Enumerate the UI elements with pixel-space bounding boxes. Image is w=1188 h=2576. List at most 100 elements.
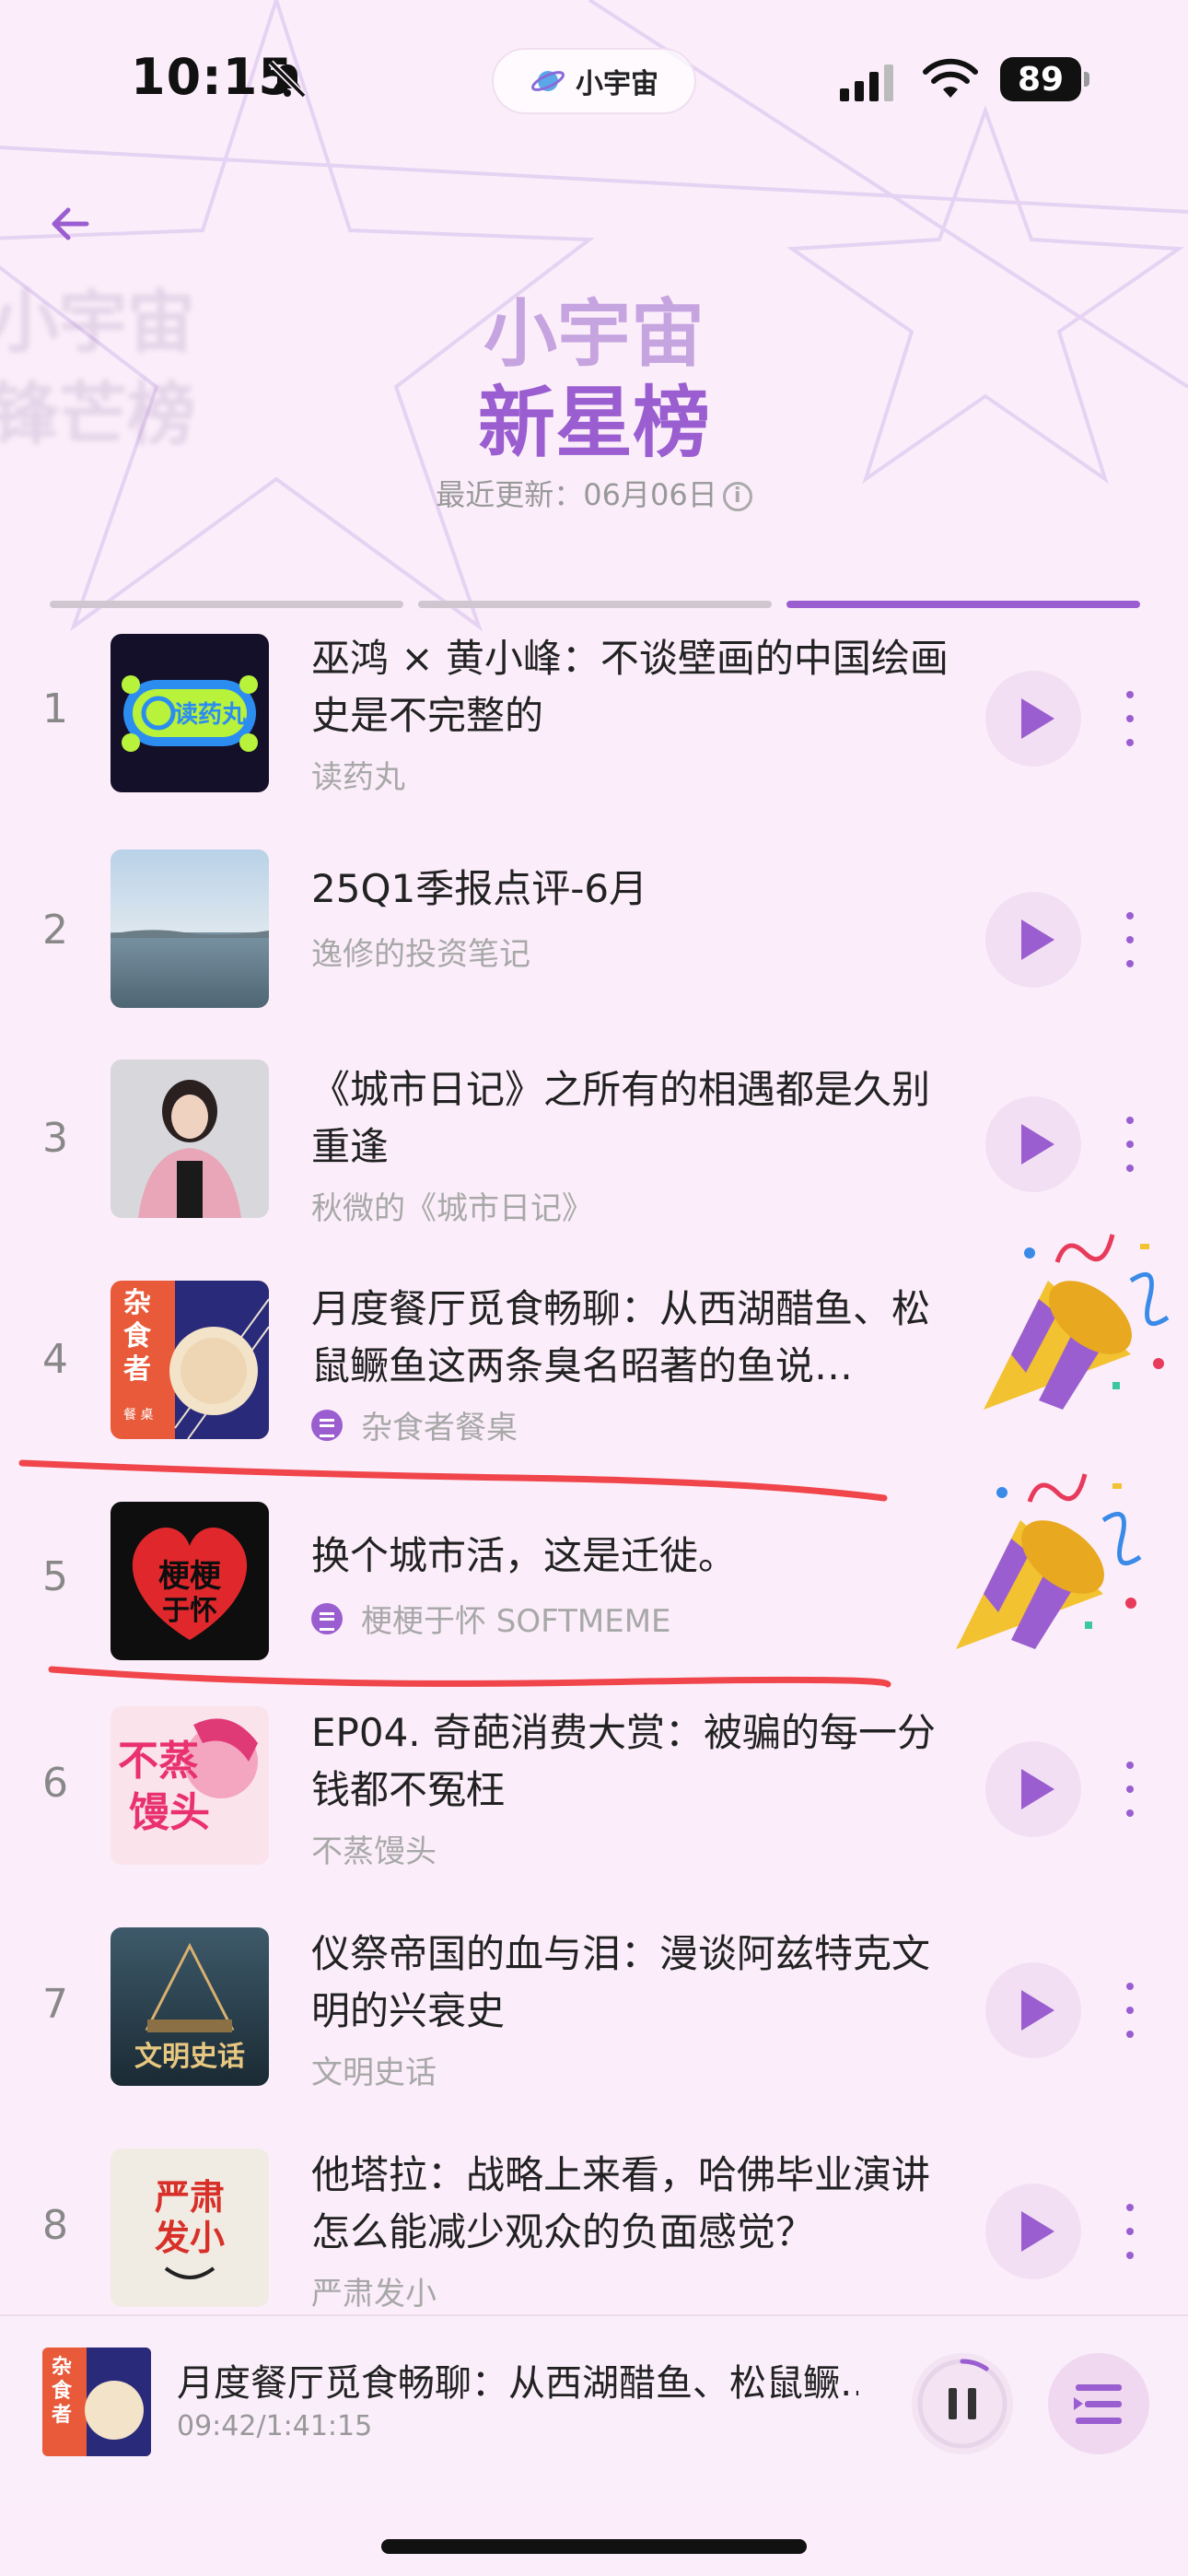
- pause-icon: [917, 2359, 1007, 2449]
- svg-text:梗梗: 梗梗: [158, 1558, 222, 1595]
- episode-cover: 文明史话: [111, 1927, 269, 2086]
- svg-text:不蒸: 不蒸: [118, 1738, 199, 1785]
- svg-text:于怀: 于怀: [162, 1595, 217, 1627]
- info-icon[interactable]: i: [722, 482, 752, 511]
- cover-image-yansufaxiao: 严肃 发小: [111, 2149, 269, 2307]
- list-item[interactable]: 7 文明史话 仪祭帝国的血与泪：漫谈阿兹特克文明的兴衰史 文明史话: [0, 1926, 1188, 2137]
- list-item[interactable]: 1 读药丸 巫鸿 × 黄小峰：不谈壁画的中国绘画史是不完整的 读药丸: [0, 626, 1188, 838]
- bell-muted-icon: [268, 60, 307, 99]
- podcast-name: 逸修的投资笔记: [311, 929, 530, 974]
- podcast-name-text: 严肃发小: [311, 2276, 437, 2313]
- podcast-name: 秋微的《城市日记》: [311, 1183, 593, 1228]
- playlist-button[interactable]: [1048, 2353, 1149, 2454]
- status-bar: 10:15 小宇宙 89: [0, 0, 1188, 166]
- cover-image-wenmingshihua: 文明史话: [111, 1927, 269, 2086]
- episode-title: 仪祭帝国的血与泪：漫谈阿兹特克文明的兴衰史: [311, 1931, 931, 2033]
- rank-number: 3: [42, 1115, 68, 1162]
- play-button[interactable]: [985, 1096, 1081, 1192]
- tab-1[interactable]: [50, 601, 403, 608]
- svg-text:者: 者: [51, 2404, 72, 2427]
- play-button[interactable]: [985, 2184, 1081, 2279]
- more-options-icon[interactable]: [1116, 1117, 1144, 1172]
- episode-title: 他塔拉：战略上来看，哈佛毕业演讲怎么能减少观众的负面感觉？: [311, 2152, 931, 2254]
- chart-title: 新星榜: [477, 378, 710, 468]
- svg-text:餐 桌: 餐 桌: [123, 1408, 153, 1423]
- more-options-icon[interactable]: [1116, 912, 1144, 967]
- rank-number: 2: [42, 907, 68, 954]
- svg-text:馒头: 馒头: [129, 1789, 210, 1836]
- cover-image-portrait: [111, 1060, 269, 1218]
- cellular-signal-icon: [840, 64, 893, 101]
- podcast-name: 杂食者餐桌: [311, 1402, 518, 1447]
- episode-cover: [111, 849, 269, 1008]
- battery-indicator: 89: [1000, 57, 1089, 101]
- chart-tabs: [50, 601, 1140, 610]
- rank-number: 1: [42, 685, 68, 732]
- cover-text: 读药丸: [174, 701, 247, 729]
- svg-text:食: 食: [52, 2379, 73, 2403]
- now-playing-cover[interactable]: 杂 食 者: [42, 2348, 151, 2456]
- more-options-icon[interactable]: [1116, 1983, 1144, 2038]
- cover-image-softmeme: 梗梗 于怀: [111, 1502, 269, 1660]
- update-info: 最近更新：06月06日 i: [0, 472, 1188, 514]
- pause-button[interactable]: [912, 2353, 1013, 2454]
- app-indicator-pill[interactable]: 小宇宙: [492, 48, 696, 114]
- episode-cover: 严肃 发小: [111, 2149, 269, 2307]
- update-date-text: 最近更新：06月06日: [436, 477, 717, 512]
- podcast-name-text: 读药丸: [311, 759, 405, 796]
- list-item[interactable]: 8 严肃 发小 他塔拉：战略上来看，哈佛毕业演讲怎么能减少观众的负面感觉？ 严肃…: [0, 2147, 1188, 2313]
- podcast-name: 严肃发小: [311, 2268, 437, 2313]
- episode-cover: 不蒸 馒头: [111, 1706, 269, 1865]
- more-options-icon[interactable]: [1116, 691, 1144, 746]
- mini-player[interactable]: 杂 食 者 月度餐厅觅食畅聊：从西湖醋鱼、松鼠鳜… 09:42/1:41:15: [0, 2314, 1188, 2499]
- play-button[interactable]: [985, 892, 1081, 988]
- episode-title: 《城市日记》之所有的相遇都是久别重逢: [311, 1067, 931, 1169]
- svg-text:杂: 杂: [123, 1287, 151, 1319]
- playback-time: 09:42/1:41:15: [177, 2410, 373, 2442]
- episode-title: 巫鸿 × 黄小峰：不谈壁画的中国绘画史是不完整的: [311, 636, 949, 738]
- rank-number: 6: [42, 1760, 68, 1807]
- podcast-name: 梗梗于怀 SOFTMEME: [311, 1596, 671, 1641]
- planet-logo-icon: [530, 71, 565, 91]
- tab-3-active[interactable]: [786, 601, 1140, 608]
- rank-number: 8: [42, 2202, 68, 2249]
- now-playing-title: 月度餐厅觅食畅聊：从西湖醋鱼、松鼠鳜…: [177, 2362, 858, 2405]
- more-options-icon[interactable]: [1116, 2204, 1144, 2259]
- play-button[interactable]: [985, 671, 1081, 767]
- party-popper-icon: [956, 1473, 1142, 1649]
- playback-progress-ring: [960, 2359, 989, 2371]
- cover-image-buzhengmantou: 不蒸 馒头: [111, 1706, 269, 1865]
- cover-image-zashizhe: 杂 食 者 餐 桌: [111, 1281, 269, 1439]
- svg-text:者: 者: [123, 1353, 151, 1386]
- play-button[interactable]: [985, 1962, 1081, 2058]
- rank-number: 5: [42, 1553, 68, 1600]
- playlist-icon: [1074, 2384, 1122, 2424]
- svg-text:文明史话: 文明史话: [134, 2041, 245, 2073]
- episode-cover: 杂 食 者 餐 桌: [111, 1281, 269, 1439]
- rank-number: 7: [42, 1981, 68, 2028]
- party-popper-icon: [984, 1234, 1170, 1410]
- svg-text:严肃: 严肃: [155, 2177, 225, 2218]
- podcast-name-text: 秋微的《城市日记》: [311, 1190, 593, 1227]
- podcast-list-icon: [311, 1409, 343, 1441]
- more-options-icon[interactable]: [1116, 1762, 1144, 1817]
- list-item[interactable]: 6 不蒸 馒头 EP04. 奇葩消费大赏：被骗的每一分钱都不冤枉 不蒸馒头: [0, 1704, 1188, 1916]
- podcast-name-text: 文明史话: [311, 2055, 437, 2091]
- episode-cover: 梗梗 于怀: [111, 1502, 269, 1660]
- wifi-icon: [923, 58, 978, 98]
- play-button[interactable]: [985, 1741, 1081, 1837]
- podcast-name-text: 杂食者餐桌: [361, 1410, 518, 1446]
- list-item[interactable]: 2 25Q1季报点评-6月 逸修的投资笔记: [0, 848, 1188, 1050]
- podcast-name-text: 梗梗于怀 SOFTMEME: [361, 1603, 671, 1640]
- podcast-name: 文明史话: [311, 2047, 437, 2092]
- episode-cover: 读药丸: [111, 634, 269, 792]
- podcast-name: 不蒸馒头: [311, 1826, 437, 1871]
- episode-cover: [111, 1060, 269, 1218]
- tab-2[interactable]: [418, 601, 772, 608]
- svg-text:食: 食: [123, 1320, 152, 1352]
- home-indicator: [381, 2539, 807, 2554]
- podcast-list-icon: [311, 1602, 343, 1634]
- app-indicator-name: 小宇宙: [576, 68, 658, 100]
- back-arrow-icon[interactable]: [46, 198, 98, 250]
- rank-number: 4: [42, 1336, 68, 1383]
